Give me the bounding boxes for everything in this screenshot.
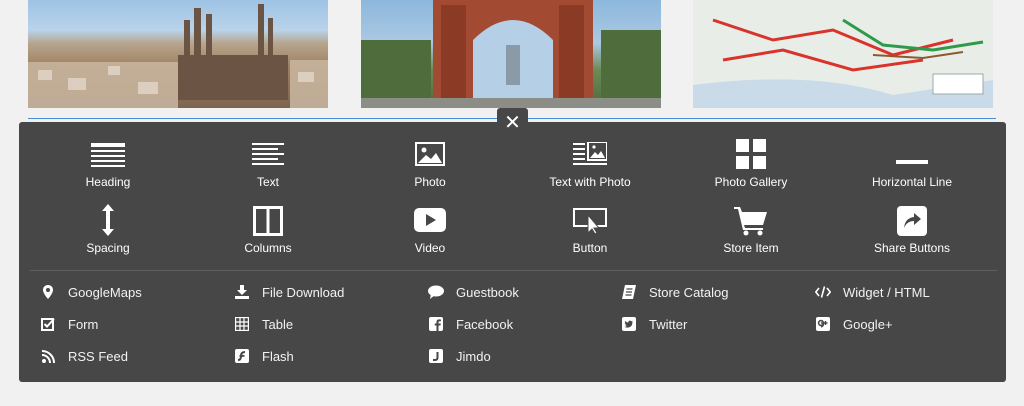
- item-label: Jimdo: [456, 348, 491, 364]
- table-icon: [234, 316, 250, 332]
- comment-icon: [428, 284, 444, 300]
- element-label: Heading: [85, 175, 131, 189]
- more-element-rss-feed[interactable]: RSS Feed: [40, 346, 128, 366]
- facebook-icon: [428, 316, 444, 332]
- item-label: Facebook: [456, 316, 514, 332]
- element-heading[interactable]: Heading: [38, 139, 178, 199]
- more-element-form[interactable]: Form: [40, 314, 98, 334]
- item-label: Twitter: [649, 316, 688, 332]
- element-columns[interactable]: Columns: [198, 204, 338, 264]
- horizontal-line-icon: [896, 151, 928, 169]
- more-element-store-catalog[interactable]: Store Catalog: [621, 282, 729, 302]
- share-icon: [897, 206, 927, 241]
- form-icon: [40, 316, 56, 332]
- gallery-image-arc-de-triomf[interactable]: [361, 0, 661, 108]
- element-label: Store Item: [723, 241, 779, 255]
- map-pin-icon: [40, 284, 56, 300]
- element-spacing[interactable]: Spacing: [38, 204, 178, 264]
- element-label: Text: [256, 175, 279, 189]
- more-element-table[interactable]: Table: [234, 314, 293, 334]
- item-label: File Download: [262, 284, 345, 300]
- more-element-jimdo[interactable]: Jimdo: [428, 346, 491, 366]
- more-element-googlemaps[interactable]: GoogleMaps: [40, 282, 142, 302]
- element-share-buttons[interactable]: Share Buttons: [842, 204, 982, 264]
- more-element-twitter[interactable]: Twitter: [621, 314, 687, 334]
- video-icon: [414, 208, 446, 237]
- item-label: Widget / HTML: [843, 284, 930, 300]
- flash-icon: [234, 348, 250, 364]
- more-element-facebook[interactable]: Facebook: [428, 314, 513, 334]
- element-horizontal-line[interactable]: Horizontal Line: [842, 139, 982, 199]
- spacing-icon: [101, 204, 115, 241]
- catalog-icon: [621, 284, 637, 300]
- gallery-image-sagrada-familia[interactable]: [28, 0, 328, 108]
- element-photo-gallery[interactable]: Photo Gallery: [681, 139, 821, 199]
- more-element-guestbook[interactable]: Guestbook: [428, 282, 519, 302]
- more-element-flash[interactable]: Flash: [234, 346, 294, 366]
- more-element-google-plus[interactable]: Google+: [815, 314, 893, 334]
- element-label: Photo Gallery: [714, 175, 788, 189]
- element-label: Share Buttons: [873, 241, 951, 255]
- element-photo[interactable]: Photo: [360, 139, 500, 199]
- gallery-image-city-map[interactable]: [693, 0, 993, 108]
- item-label: RSS Feed: [68, 348, 128, 364]
- element-label: Spacing: [86, 241, 130, 255]
- button-icon: [573, 208, 607, 239]
- more-element-widget-html[interactable]: Widget / HTML: [815, 282, 930, 302]
- close-panel-button[interactable]: ✕: [497, 108, 528, 138]
- element-label: Video: [414, 241, 446, 255]
- item-label: Form: [68, 316, 99, 332]
- twitter-icon: [621, 316, 637, 332]
- download-icon: [234, 284, 250, 300]
- image-gallery-strip: [0, 0, 1024, 108]
- item-label: Google+: [843, 316, 893, 332]
- photo-gallery-icon: [736, 139, 766, 174]
- heading-icon: [91, 143, 125, 172]
- element-label: Button: [572, 241, 608, 255]
- more-element-file-download[interactable]: File Download: [234, 282, 344, 302]
- columns-icon: [253, 206, 283, 241]
- item-label: Table: [262, 316, 294, 332]
- photo-icon: [415, 142, 445, 171]
- text-icon: [252, 143, 284, 172]
- item-label: Guestbook: [456, 284, 519, 300]
- element-label: Columns: [244, 241, 292, 255]
- element-text-with-photo[interactable]: Text with Photo: [520, 139, 660, 199]
- google-plus-icon: [815, 316, 831, 332]
- jimdo-icon: [428, 348, 444, 364]
- element-text[interactable]: Text: [198, 139, 338, 199]
- rss-icon: [40, 348, 56, 364]
- close-icon: ✕: [504, 112, 521, 134]
- cart-icon: [734, 206, 768, 241]
- element-button[interactable]: Button: [520, 204, 660, 264]
- code-icon: [815, 284, 831, 300]
- element-store-item[interactable]: Store Item: [681, 204, 821, 264]
- item-label: Store Catalog: [649, 284, 729, 300]
- element-label: Horizontal Line: [871, 175, 953, 189]
- element-label: Photo: [414, 175, 446, 189]
- item-label: Flash: [262, 348, 294, 364]
- element-video[interactable]: Video: [360, 204, 500, 264]
- element-label: Text with Photo: [549, 175, 631, 189]
- panel-separator: [30, 270, 997, 271]
- text-with-photo-icon: [573, 141, 608, 171]
- item-label: GoogleMaps: [68, 284, 142, 300]
